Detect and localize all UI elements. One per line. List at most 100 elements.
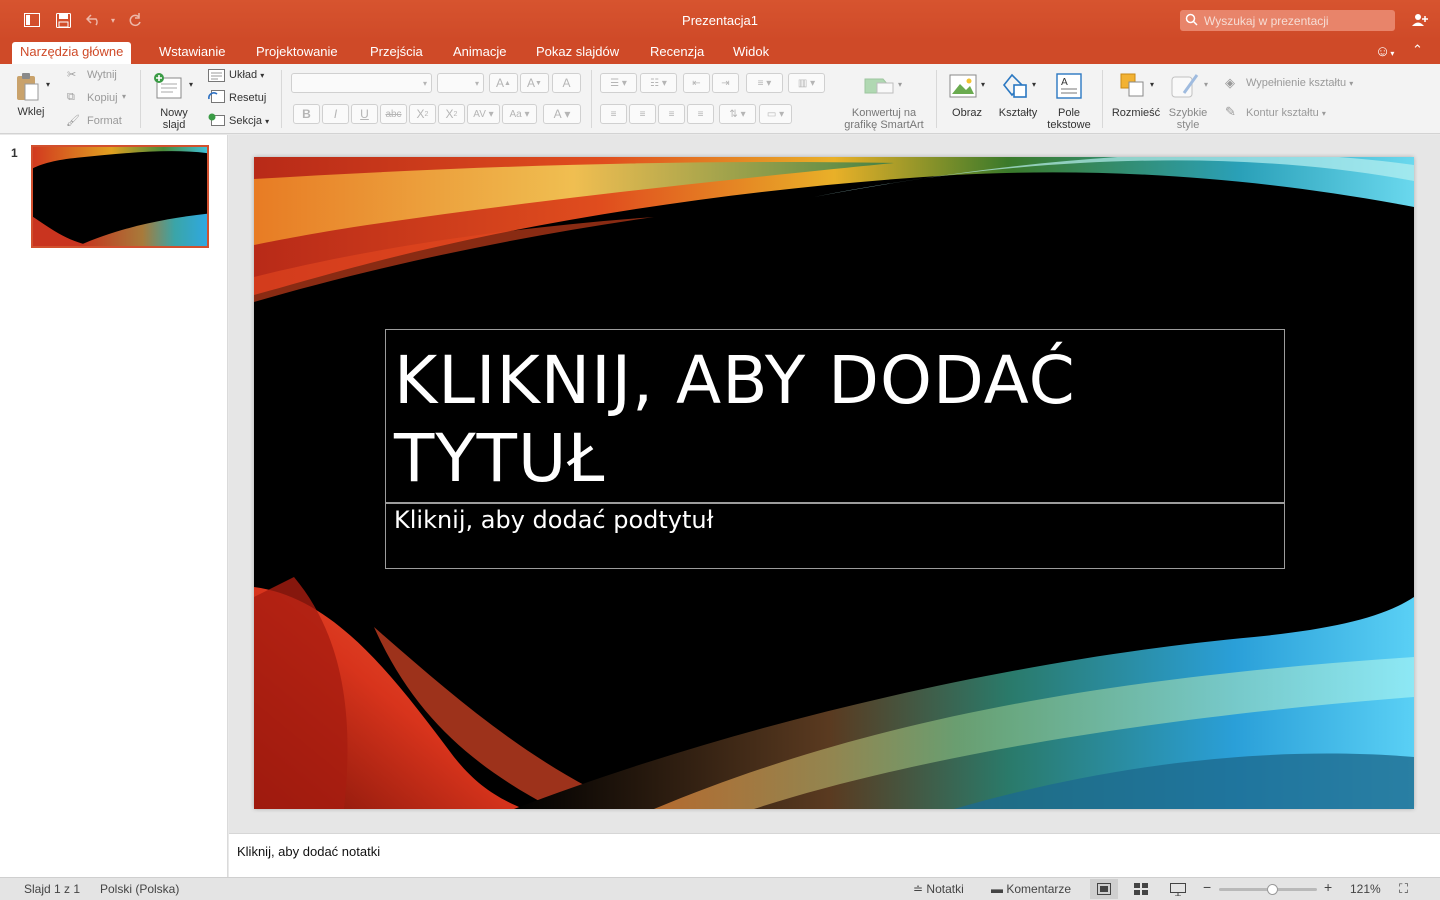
zoom-slider[interactable] — [1219, 884, 1317, 895]
tab-narzedzia-glowne[interactable]: Narzędzia główne — [12, 42, 132, 64]
ribbon-separator — [936, 70, 937, 128]
align-center-icon[interactable]: ≡ — [629, 104, 656, 124]
picture-icon[interactable] — [948, 72, 978, 100]
shapes-button[interactable]: Kształty — [994, 107, 1042, 119]
ribbon-tabs: Narzędzia główne Wstawianie Projektowani… — [0, 40, 1440, 64]
new-slide-icon[interactable] — [152, 70, 184, 102]
fit-to-window-icon[interactable]: ⛶ — [1399, 881, 1408, 897]
text-box-label-2: tekstowe — [1047, 119, 1091, 131]
slide-title[interactable]: KLIKNIJ, ABY DODAĆ TYTUŁ — [394, 342, 1274, 498]
font-color-icon[interactable]: A ▾ — [543, 104, 581, 124]
picture-dropdown-icon[interactable]: ▾ — [981, 80, 985, 89]
section-button[interactable]: Sekcja ▾ — [229, 115, 269, 127]
line-spacing-icon[interactable]: ≡ ▾ — [746, 73, 783, 93]
change-case-icon[interactable]: Aa ▾ — [502, 104, 537, 124]
feedback-smiley-icon[interactable]: ☺▾ — [1375, 43, 1394, 60]
new-slide-dropdown-icon[interactable]: ▾ — [189, 80, 193, 89]
zoom-out-button[interactable]: − — [1203, 879, 1211, 895]
picture-button[interactable]: Obraz — [945, 107, 989, 119]
text-box-label-1: Pole — [1057, 107, 1081, 119]
zoom-slider-thumb[interactable] — [1267, 884, 1279, 895]
comments-toggle-label: Komentarze — [1006, 882, 1072, 896]
tab-pokaz-slajdow[interactable]: Pokaz slajdów — [528, 42, 627, 64]
notes-toggle-button[interactable]: ≐ Notatki — [913, 882, 964, 896]
shape-fill-button[interactable]: Wypełnienie kształtu ▾ — [1246, 77, 1353, 89]
bold-icon[interactable]: B — [293, 104, 320, 124]
tab-przejscia[interactable]: Przejścia — [362, 42, 431, 64]
tab-animacje[interactable]: Animacje — [445, 42, 514, 64]
tab-projektowanie[interactable]: Projektowanie — [248, 42, 346, 64]
arrange-dropdown-icon[interactable]: ▾ — [1150, 80, 1154, 89]
normal-view-button[interactable] — [1090, 879, 1118, 899]
copy-dropdown-icon[interactable]: ▾ — [122, 92, 126, 101]
align-text-icon[interactable]: ▭ ▾ — [759, 104, 792, 124]
title-bar: ▾ Prezentacja1 — [0, 0, 1440, 40]
cut-button[interactable]: Wytnij — [87, 69, 117, 81]
tab-widok[interactable]: Widok — [725, 42, 777, 64]
copy-button[interactable]: Kopiuj — [87, 92, 118, 104]
clear-formatting-icon[interactable]: A — [552, 73, 581, 93]
text-box-icon[interactable]: A — [1054, 70, 1084, 102]
text-box-button[interactable]: Pole tekstowe — [1044, 107, 1094, 131]
italic-icon[interactable]: I — [322, 104, 349, 124]
columns-icon[interactable]: ▥ ▾ — [788, 73, 825, 93]
paste-icon[interactable] — [12, 70, 42, 104]
tab-wstawianie[interactable]: Wstawianie — [151, 42, 233, 64]
zoom-level[interactable]: 121% — [1350, 882, 1381, 896]
notes-icon: ≐ — [913, 882, 924, 896]
font-size-select[interactable]: ▾ — [437, 73, 484, 93]
slideshow-button[interactable] — [1164, 879, 1192, 899]
search-input[interactable] — [1204, 12, 1389, 29]
slide-canvas[interactable]: KLIKNIJ, ABY DODAĆ TYTUŁ Kliknij, aby do… — [254, 157, 1414, 809]
layout-button[interactable]: Układ ▾ — [229, 69, 264, 81]
shape-outline-button[interactable]: Kontur kształtu ▾ — [1246, 107, 1326, 119]
title-placeholder[interactable]: KLIKNIJ, ABY DODAĆ TYTUŁ — [385, 329, 1285, 503]
layout-label: Układ — [229, 69, 258, 81]
quick-styles-dropdown-icon[interactable]: ▾ — [1204, 80, 1208, 89]
increase-indent-icon[interactable]: ⇥ — [712, 73, 739, 93]
align-right-icon[interactable]: ≡ — [658, 104, 685, 124]
arrange-icon[interactable] — [1117, 70, 1149, 102]
bullets-icon[interactable]: ☰ ▾ — [600, 73, 637, 93]
paste-dropdown-icon[interactable]: ▾ — [46, 80, 50, 89]
collapse-ribbon-icon[interactable]: ⌃ — [1412, 42, 1423, 58]
tab-recenzja[interactable]: Recenzja — [642, 42, 712, 64]
reset-button[interactable]: Resetuj — [229, 92, 266, 104]
subscript-icon[interactable]: X2 — [438, 104, 465, 124]
smartart-icon[interactable] — [861, 72, 897, 100]
text-direction-icon[interactable]: ⇅ ▾ — [719, 104, 756, 124]
increase-font-icon[interactable]: A ▲ — [489, 73, 518, 93]
new-slide-button[interactable]: Nowy slajd — [152, 107, 196, 131]
font-family-select[interactable]: ▾ — [291, 73, 432, 93]
slide-sorter-button[interactable] — [1127, 879, 1155, 899]
comments-toggle-button[interactable]: ▬ Komentarze — [991, 882, 1071, 896]
arrange-button[interactable]: Rozmieść — [1109, 107, 1163, 119]
smartart-dropdown-icon[interactable]: ▾ — [898, 80, 902, 89]
decrease-font-icon[interactable]: A ▼ — [520, 73, 549, 93]
character-spacing-icon[interactable]: AV ▾ — [467, 104, 500, 124]
notes-placeholder[interactable]: Kliknij, aby dodać notatki — [237, 844, 380, 859]
quick-styles-button[interactable]: Szybkie style — [1163, 107, 1213, 131]
slide-counter: Slajd 1 z 1 — [24, 882, 81, 896]
search-box[interactable] — [1180, 10, 1395, 31]
zoom-in-button[interactable]: + — [1324, 879, 1332, 895]
quick-styles-icon[interactable] — [1168, 70, 1202, 102]
underline-icon[interactable]: U — [351, 104, 378, 124]
strikethrough-icon[interactable]: abc — [380, 104, 407, 124]
slide-subtitle[interactable]: Kliknij, aby dodać podtytuł — [394, 506, 713, 534]
justify-icon[interactable]: ≡ — [687, 104, 714, 124]
shapes-icon[interactable] — [999, 70, 1031, 102]
notes-pane[interactable]: Kliknij, aby dodać notatki — [229, 833, 1440, 877]
superscript-icon[interactable]: X2 — [409, 104, 436, 124]
align-left-icon[interactable]: ≡ — [600, 104, 627, 124]
format-painter-button[interactable]: Format — [87, 115, 122, 127]
shapes-dropdown-icon[interactable]: ▾ — [1032, 80, 1036, 89]
smartart-button[interactable]: Konwertuj na grafikę SmartArt — [838, 107, 930, 131]
slide-thumbnail[interactable] — [31, 145, 209, 248]
paste-button[interactable]: Wklej — [13, 106, 49, 118]
numbering-icon[interactable]: ☷ ▾ — [640, 73, 677, 93]
decrease-indent-icon[interactable]: ⇤ — [683, 73, 710, 93]
share-user-icon[interactable] — [1410, 11, 1430, 29]
subtitle-placeholder[interactable]: Kliknij, aby dodać podtytuł — [385, 503, 1285, 569]
language-indicator[interactable]: Polski (Polska) — [100, 882, 179, 896]
